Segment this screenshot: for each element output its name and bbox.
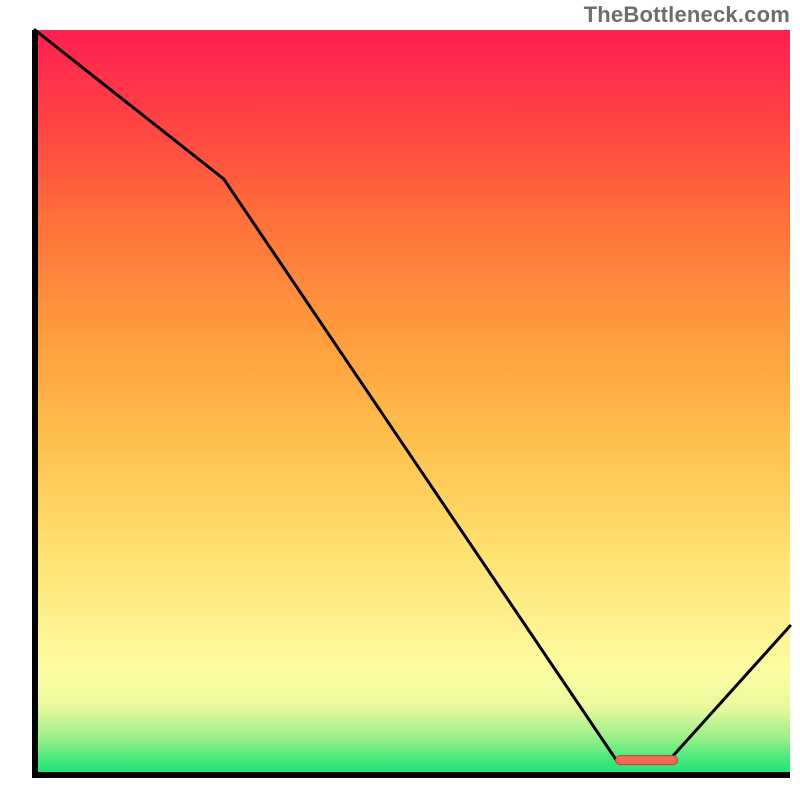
bottleneck-chart: TheBottleneck.com [0, 0, 800, 800]
optimal-marker [616, 756, 678, 765]
chart-canvas [0, 0, 800, 800]
watermark-text: TheBottleneck.com [584, 2, 790, 28]
heat-gradient [35, 30, 790, 775]
